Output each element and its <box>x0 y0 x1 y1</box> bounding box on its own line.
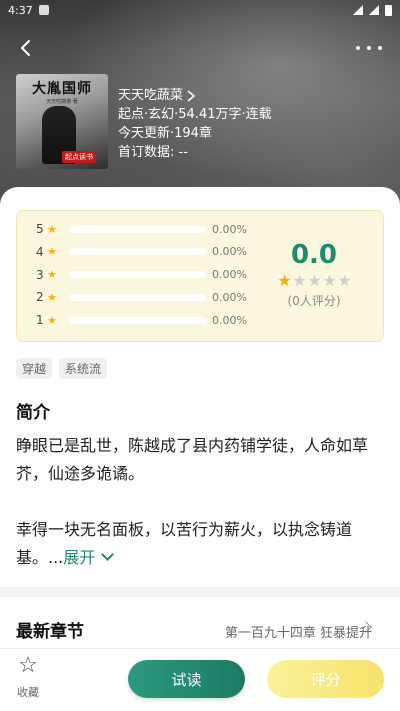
star-icon: ★ <box>47 222 57 236</box>
first-subscription-info: 首订数据: -- <box>118 145 188 160</box>
more-dot-icon <box>356 46 360 50</box>
rating-row: 3 ★ 0.00% <box>36 267 254 283</box>
tag-item[interactable]: 穿越 <box>16 358 53 379</box>
star-empty-icon: ★ <box>322 271 337 290</box>
star-empty-icon: ★ <box>292 271 307 290</box>
category-info: 起点·玄幻·54.41万字·连载 <box>118 107 272 122</box>
rating-level: 5 <box>36 222 44 236</box>
back-button[interactable] <box>14 36 38 60</box>
tag-item[interactable]: 系统流 <box>59 358 108 379</box>
star-icon: ★ <box>47 313 57 327</box>
tag-list: 穿越 系统流 <box>16 358 108 379</box>
expand-label: 展开 <box>63 548 96 567</box>
rating-percent: 0.00% <box>212 290 247 304</box>
more-dot-icon <box>378 46 382 50</box>
star-icon: ★ <box>47 245 57 259</box>
rating-level: 2 <box>36 290 44 305</box>
back-arrow-icon <box>21 40 30 56</box>
cover-badge: 起点读书 <box>62 151 96 163</box>
rating-percent: 0.00% <box>212 313 247 327</box>
status-bar: 4:37 <box>0 0 400 20</box>
more-options-button[interactable] <box>356 36 382 60</box>
author-link[interactable]: 天天吃蔬菜 <box>118 86 272 105</box>
rating-score: 0.0 <box>290 240 338 270</box>
chevron-down-icon <box>101 548 115 561</box>
rating-bar <box>69 271 206 278</box>
latest-chapter-name[interactable]: 第一百九十四章 狂暴提升 <box>225 622 372 641</box>
star-outline-icon: ☆ <box>18 653 38 678</box>
author-name: 天天吃蔬菜 <box>118 88 184 103</box>
rating-stars: ★ ★ ★ ★ ★ <box>277 271 352 290</box>
cover-subtitle: 天天吃蔬菜 著 <box>46 99 78 105</box>
rating-bar <box>69 248 206 256</box>
book-cover[interactable]: 大胤国师 天天吃蔬菜 著 起点读书 <box>16 74 108 169</box>
rate-button[interactable]: 评分 <box>267 660 384 698</box>
star-empty-icon: ★ <box>337 271 352 290</box>
latest-chapter-title: 最新章节 <box>16 622 84 642</box>
intro-paragraph: 幸得一块无名面板，以苦行为薪火，以执念铸道基。...展开 <box>16 516 388 572</box>
rating-row: 4 ★ 0.00% <box>36 244 254 260</box>
book-meta: 天天吃蔬菜 起点·玄幻·54.41万字·连载 今天更新·194章 首订数据: -… <box>118 86 272 162</box>
rating-row: 1 ★ 0.00% <box>36 312 254 328</box>
expand-button[interactable]: 展开 <box>63 548 115 567</box>
rating-row: 2 ★ 0.00% <box>36 289 254 305</box>
cover-title: 大胤国师 <box>32 81 92 97</box>
favorite-label: 收藏 <box>17 686 39 699</box>
wifi-icon <box>353 5 363 15</box>
favorite-button[interactable]: ☆ 收藏 <box>14 654 42 700</box>
read-button[interactable]: 试读 <box>128 660 245 698</box>
rating-level: 4 <box>36 244 44 259</box>
rating-percent: 0.00% <box>212 245 247 259</box>
notification-icon <box>38 5 49 15</box>
chevron-right-icon <box>187 89 196 102</box>
intro-paragraph: 睁眼已是乱世，陈越成了县内药铺学徒，人命如草芥，仙途多诡谲。 <box>16 436 369 483</box>
rating-bar <box>69 316 206 324</box>
star-half-icon: ★ <box>277 271 292 290</box>
status-time: 4:37 <box>8 3 33 17</box>
rating-bar <box>69 225 206 233</box>
rating-percent: 0.00% <box>212 222 247 236</box>
update-info: 今天更新·194章 <box>118 126 212 141</box>
rating-level: 1 <box>36 313 44 327</box>
intro-title: 简介 <box>16 403 50 423</box>
battery-icon <box>385 4 392 16</box>
rating-bar <box>69 293 206 301</box>
more-dot-icon <box>367 46 371 50</box>
rating-row: 5 ★ 0.00% <box>36 221 254 237</box>
star-empty-icon: ★ <box>307 271 322 290</box>
rating-percent: 0.00% <box>212 268 247 281</box>
star-icon: ★ <box>47 290 57 304</box>
rating-level: 3 <box>36 267 44 282</box>
signal-icon <box>369 5 379 15</box>
star-icon: ★ <box>47 268 57 281</box>
rating-votes: (0人评分) <box>287 294 341 308</box>
intro-text: 睁眼已是乱世，陈越成了县内药铺学徒，人命如草芥，仙途多诡谲。 幸得一块无名面板，… <box>16 432 388 572</box>
